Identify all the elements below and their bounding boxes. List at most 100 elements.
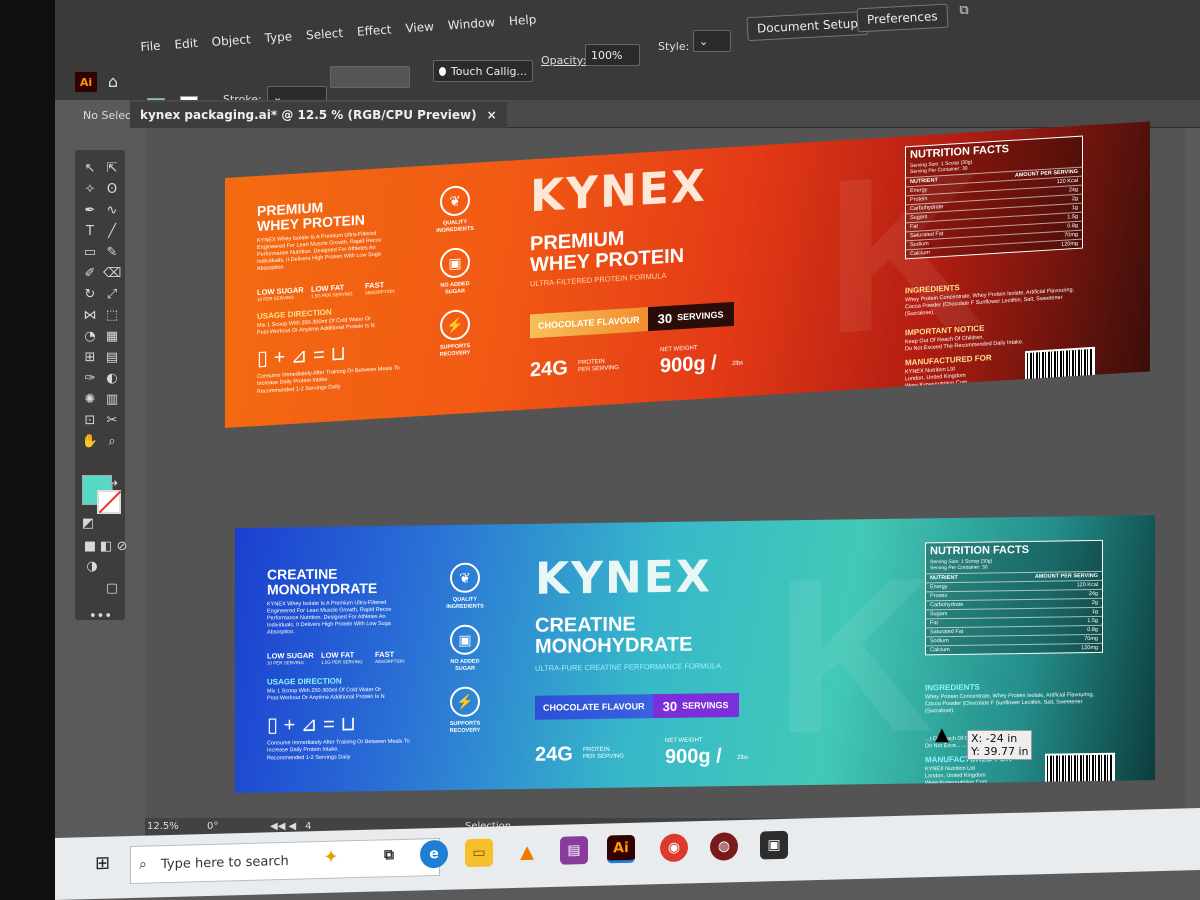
graph-tool-icon[interactable]: ▥ — [103, 391, 121, 409]
selection-tool-icon[interactable]: ↖ — [81, 160, 99, 178]
chrome-icon[interactable]: ◉ — [660, 833, 688, 863]
net-weight-lbs: 2lbs — [737, 754, 749, 761]
icon-label-2b: RECOVERY — [449, 727, 481, 735]
perspective-grid-icon[interactable]: ▦ — [103, 328, 121, 346]
brand-logo: KYNEX — [530, 160, 707, 223]
brush-select[interactable]: Touch Callig... — [433, 60, 533, 82]
icon-label-0b: INGREDIENTS — [446, 603, 484, 611]
rotation-value[interactable]: 0° — [207, 821, 218, 832]
opacity-label[interactable]: Opacity: — [541, 54, 586, 67]
usage-text: Mix 1 Scoop With 250-300ml Of Cold Water… — [267, 686, 385, 702]
menu-view[interactable]: View — [405, 19, 434, 35]
menu-edit[interactable]: Edit — [174, 36, 198, 52]
width-tool-icon[interactable]: ⋈ — [81, 307, 99, 325]
lasso-icon[interactable]: ʘ — [103, 181, 121, 199]
nutrition-row: Calcium 120mg — [926, 642, 1102, 655]
icon-label-1a: NO ADDED — [450, 658, 480, 665]
nutrient-name: Protein — [910, 196, 928, 204]
copilot-icon[interactable]: ✦ — [317, 842, 345, 871]
type-tool-icon[interactable]: T — [81, 223, 99, 241]
scale-tool-icon[interactable]: ⤢ — [103, 286, 121, 304]
illustrator-taskbar-icon[interactable]: Ai — [607, 834, 635, 864]
artboard-canvas[interactable]: PREMIUM WHEY PROTEIN KYNEX Whey Isolate I… — [145, 121, 1185, 818]
opacity-input[interactable]: 100% — [585, 44, 640, 66]
menu-object[interactable]: Object — [211, 32, 251, 49]
eraser-icon[interactable]: ⌫ — [103, 265, 121, 283]
cursor-y: Y: 39.77 in — [971, 745, 1029, 758]
rotate-tool-icon[interactable]: ↻ — [81, 286, 99, 304]
leaf-hand-icon: ❦ — [450, 562, 480, 593]
preferences-button[interactable]: Preferences — [856, 3, 949, 33]
arrange-icon[interactable]: ⧉ — [955, 2, 973, 20]
decorative-k-mark: K — [775, 531, 934, 780]
vlc-icon[interactable]: ▲ — [513, 837, 541, 866]
magic-wand-icon[interactable]: ✧ — [81, 181, 99, 199]
artboard-nav-icon[interactable]: ◀◀ ◀ — [270, 821, 296, 832]
edge-icon[interactable]: e — [420, 839, 448, 869]
menu-effect[interactable]: Effect — [357, 22, 392, 38]
blend-tool-icon[interactable]: ◐ — [103, 370, 121, 388]
nutrient-amount: 1.5g — [1087, 617, 1098, 625]
app-icon-2[interactable]: ▣ — [760, 830, 788, 860]
menu-help[interactable]: Help — [508, 12, 536, 28]
servings-word: SERVINGS — [682, 700, 729, 711]
document-tab[interactable]: kynex packaging.ai* @ 12.5 % (RGB/CPU Pr… — [130, 102, 507, 128]
line-tool-icon[interactable]: ╱ — [103, 223, 121, 241]
curvature-tool-icon[interactable]: ∿ — [103, 202, 121, 220]
stroke-color-box[interactable] — [97, 490, 121, 514]
style-label: Style: — [658, 40, 690, 53]
free-transform-icon[interactable]: ⬚ — [103, 307, 121, 325]
eyedropper-icon[interactable]: ✑ — [81, 370, 99, 388]
usage-title: USAGE DIRECTION — [267, 676, 342, 687]
protein-amount: 24G — [530, 357, 568, 382]
mesh-tool-icon[interactable]: ⊞ — [81, 349, 99, 367]
nutrition-facts-table: NUTRITION FACTS Serving Size: 1 Scoop (30… — [925, 539, 1103, 656]
nutrient-amount: 2g — [1071, 195, 1078, 203]
zoom-tool-icon[interactable]: ⌕ — [103, 433, 121, 451]
mouse-pointer-icon: ▲ — [935, 724, 949, 745]
nutrient-name: Sodium — [910, 240, 929, 249]
slice-tool-icon[interactable]: ✂ — [103, 412, 121, 430]
home-icon[interactable]: ⌂ — [103, 72, 123, 92]
symbol-sprayer-icon[interactable]: ✺ — [81, 391, 99, 409]
menu-window[interactable]: Window — [447, 15, 495, 32]
close-icon[interactable]: × — [487, 108, 497, 122]
default-colors-icon[interactable]: ◩ — [79, 515, 97, 533]
artboard-tool-icon[interactable]: ⊡ — [81, 412, 99, 430]
variable-width-field[interactable] — [330, 66, 410, 88]
task-view-icon[interactable]: ⧉ — [375, 841, 403, 870]
icon-label-1b: SUGAR — [455, 665, 475, 672]
pen-tool-icon[interactable]: ✒ — [81, 202, 99, 220]
file-explorer-icon[interactable]: ▭ — [465, 838, 493, 868]
menu-select[interactable]: Select — [306, 26, 344, 43]
nutrient-name: Fat — [910, 223, 918, 231]
windows-start-icon[interactable]: ⊞ — [95, 853, 110, 874]
illustrator-logo-icon: Ai — [75, 72, 97, 92]
app-icon[interactable]: ◍ — [710, 832, 738, 861]
more-tools-icon[interactable]: ••• — [89, 608, 112, 626]
servings-badge: 30 SERVINGS — [652, 692, 739, 719]
menu-type[interactable]: Type — [264, 29, 292, 45]
draw-mode-icon[interactable]: ◑ — [83, 558, 101, 576]
sugar-cube-icon: ▣ — [450, 624, 480, 655]
net-weight-label: NET WEIGHT — [665, 737, 703, 744]
nutrient-name: Sugars — [930, 611, 948, 618]
menu-file[interactable]: File — [140, 39, 161, 54]
style-select[interactable]: ⌄ — [693, 30, 731, 52]
rectangle-tool-icon[interactable]: ▭ — [81, 244, 99, 262]
direct-selection-tool-icon[interactable]: ⇱ — [103, 160, 121, 178]
gradient-tool-icon[interactable]: ▤ — [103, 349, 121, 367]
none-mode-icon[interactable]: ⊘ — [113, 538, 131, 556]
ingredients-title: INGREDIENTS — [925, 682, 980, 693]
screen-mode-icon[interactable]: ▢ — [103, 580, 121, 598]
zoom-level[interactable]: 12.5% — [147, 821, 179, 832]
label-whey[interactable]: PREMIUM WHEY PROTEIN KYNEX Whey Isolate I… — [225, 121, 1150, 429]
hand-tool-icon[interactable]: ✋ — [81, 433, 99, 451]
winrar-icon[interactable]: ▤ — [560, 836, 588, 865]
document-setup-button[interactable]: Document Setup — [746, 10, 869, 42]
brush-tool-icon[interactable]: ✎ — [103, 244, 121, 262]
nutrient-amount: 70mg — [1064, 231, 1078, 239]
shaper-tool-icon[interactable]: ✐ — [81, 265, 99, 283]
shape-builder-icon[interactable]: ◔ — [81, 328, 99, 346]
flavour-label: CHOCOLATE FLAVOUR — [535, 694, 653, 720]
